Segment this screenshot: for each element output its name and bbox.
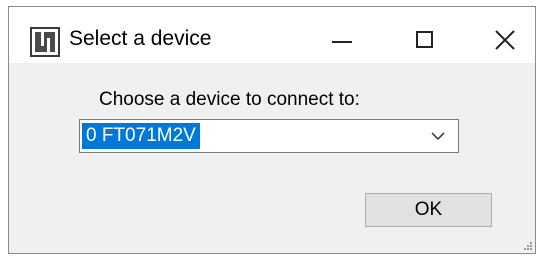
app-icon (30, 27, 60, 57)
close-button[interactable] (477, 17, 533, 61)
close-icon (495, 30, 515, 50)
minimize-icon (332, 41, 352, 43)
device-select[interactable]: 0 FT071M2V (79, 119, 459, 153)
title-bar[interactable]: Select a device (9, 7, 535, 63)
ok-button[interactable]: OK (365, 193, 492, 227)
minimize-button[interactable] (314, 17, 370, 61)
prompt-label: Choose a device to connect to: (99, 89, 360, 110)
maximize-button[interactable] (396, 17, 452, 61)
dialog-window: Select a device Choose a device to conne… (8, 6, 536, 254)
device-select-value[interactable]: 0 FT071M2V (82, 123, 200, 149)
window-title: Select a device (69, 27, 212, 50)
maximize-icon (416, 31, 433, 48)
chevron-down-icon[interactable] (430, 130, 446, 142)
resize-grip-icon[interactable] (521, 239, 533, 251)
